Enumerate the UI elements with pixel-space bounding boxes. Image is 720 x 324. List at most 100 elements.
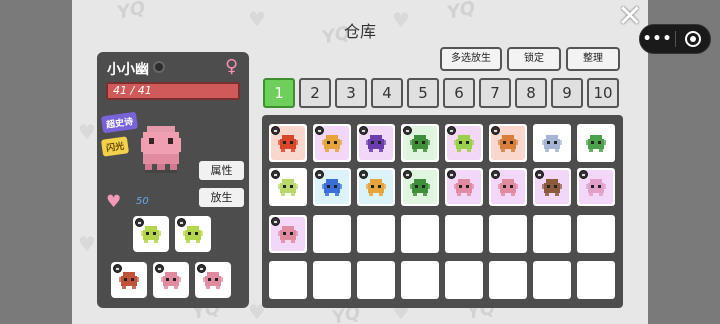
tab-page-3[interactable]: 3 <box>335 78 367 108</box>
empty-slot[interactable] <box>313 261 351 299</box>
storage-slot[interactable] <box>313 168 351 206</box>
pet-name: 小小幽 <box>107 62 149 78</box>
empty-slot[interactable] <box>357 215 395 253</box>
close-icon[interactable]: ✕ <box>616 2 644 32</box>
female-icon: ♀ <box>225 56 239 77</box>
empty-slot[interactable] <box>401 261 439 299</box>
tab-page-1[interactable]: 1 <box>263 78 295 108</box>
miniprogram-capsule: ••• <box>639 24 711 54</box>
lock-icon <box>155 264 164 273</box>
tab-page-2[interactable]: 2 <box>299 78 331 108</box>
lock-icon <box>359 170 368 179</box>
lock-icon <box>315 170 324 179</box>
storage-slot[interactable] <box>577 168 615 206</box>
pet-detail-panel: 小小幽 ♀ 41 / 41 超史诗 闪光 属性 放生 ♥ 50 <box>97 52 249 308</box>
frog-sprite <box>410 135 430 152</box>
tab-page-9[interactable]: 9 <box>551 78 583 108</box>
bench-slot[interactable] <box>195 262 231 298</box>
storage-slot[interactable] <box>269 124 307 162</box>
lock-button[interactable]: 锁定 <box>507 47 561 71</box>
lock-icon <box>447 126 456 135</box>
empty-slot[interactable] <box>489 215 527 253</box>
empty-slot[interactable] <box>313 215 351 253</box>
leaf-sprite-sprite <box>278 179 298 196</box>
croc-sprite <box>586 135 606 152</box>
lock-icon <box>403 126 412 135</box>
storage-slot[interactable] <box>489 124 527 162</box>
status-dot-icon <box>153 61 165 73</box>
fire-bird-sprite <box>278 135 298 152</box>
hp-bar: 41 / 41 <box>106 82 240 100</box>
moth-sprite <box>586 179 606 196</box>
bench-slot[interactable] <box>153 262 189 298</box>
page-title: 仓库 <box>343 22 376 41</box>
storage-grid <box>262 115 623 308</box>
sort-button[interactable]: 整理 <box>566 47 620 71</box>
empty-slot[interactable] <box>489 261 527 299</box>
lock-icon <box>579 170 588 179</box>
empty-slot[interactable] <box>533 261 571 299</box>
tab-page-4[interactable]: 4 <box>371 78 403 108</box>
lock-icon <box>403 170 412 179</box>
storage-slot[interactable] <box>269 168 307 206</box>
team-slot[interactable] <box>133 216 169 252</box>
multi-release-button[interactable]: 多选放生 <box>440 47 502 71</box>
empty-slot[interactable] <box>269 261 307 299</box>
fox-sprite <box>498 135 518 152</box>
pet-portrait <box>141 126 181 173</box>
affection-value: 50 <box>136 196 149 207</box>
storage-slot[interactable] <box>533 124 571 162</box>
tab-page-5[interactable]: 5 <box>407 78 439 108</box>
empty-slot[interactable] <box>577 215 615 253</box>
hp-value: 41 / 41 <box>113 84 152 97</box>
storage-slot[interactable] <box>401 168 439 206</box>
lock-icon <box>271 170 280 179</box>
empty-slot[interactable] <box>357 261 395 299</box>
release-button[interactable]: 放生 <box>199 188 244 207</box>
lock-icon <box>359 126 368 135</box>
storage-slot[interactable] <box>357 124 395 162</box>
lock-icon <box>271 217 280 226</box>
tab-page-7[interactable]: 7 <box>479 78 511 108</box>
attributes-button[interactable]: 属性 <box>199 161 244 180</box>
lock-icon <box>447 170 456 179</box>
bee-sprite <box>366 179 386 196</box>
empty-slot[interactable] <box>533 215 571 253</box>
tab-page-8[interactable]: 8 <box>515 78 547 108</box>
lock-icon <box>113 264 122 273</box>
robot-ghost-sprite <box>542 135 562 152</box>
storage-slot[interactable] <box>533 168 571 206</box>
shiny-badge: 闪光 <box>100 136 130 157</box>
team-slot[interactable] <box>175 216 211 252</box>
storage-slot[interactable] <box>445 124 483 162</box>
storage-slot[interactable] <box>401 124 439 162</box>
lock-icon <box>197 264 206 273</box>
frog-sprite <box>410 179 430 196</box>
empty-slot[interactable] <box>445 215 483 253</box>
heart-icon: ♥ <box>106 192 122 212</box>
ghost-blob-sprite <box>498 179 518 196</box>
empty-slot[interactable] <box>445 261 483 299</box>
ghost-blob-sprite <box>454 179 474 196</box>
storage-slot[interactable] <box>489 168 527 206</box>
lock-icon <box>491 170 500 179</box>
empty-slot[interactable] <box>577 261 615 299</box>
storage-slot[interactable] <box>313 124 351 162</box>
tab-page-6[interactable]: 6 <box>443 78 475 108</box>
exit-miniprogram-button[interactable] <box>676 31 710 47</box>
tab-page-10[interactable]: 10 <box>587 78 619 108</box>
storage-slot[interactable] <box>577 124 615 162</box>
empty-slot[interactable] <box>401 215 439 253</box>
watermark-heart-icon: ♥ <box>78 232 96 256</box>
storage-slot[interactable] <box>269 215 307 253</box>
storage-slot[interactable] <box>445 168 483 206</box>
more-menu-button[interactable]: ••• <box>640 31 675 47</box>
storage-slot[interactable] <box>357 168 395 206</box>
watermark-heart-icon: ♥ <box>78 120 96 144</box>
lock-icon <box>177 218 186 227</box>
target-icon <box>684 31 701 47</box>
beetle-sprite <box>322 179 342 196</box>
imp-sprite <box>322 135 342 152</box>
lock-icon <box>535 170 544 179</box>
bench-slot[interactable] <box>111 262 147 298</box>
